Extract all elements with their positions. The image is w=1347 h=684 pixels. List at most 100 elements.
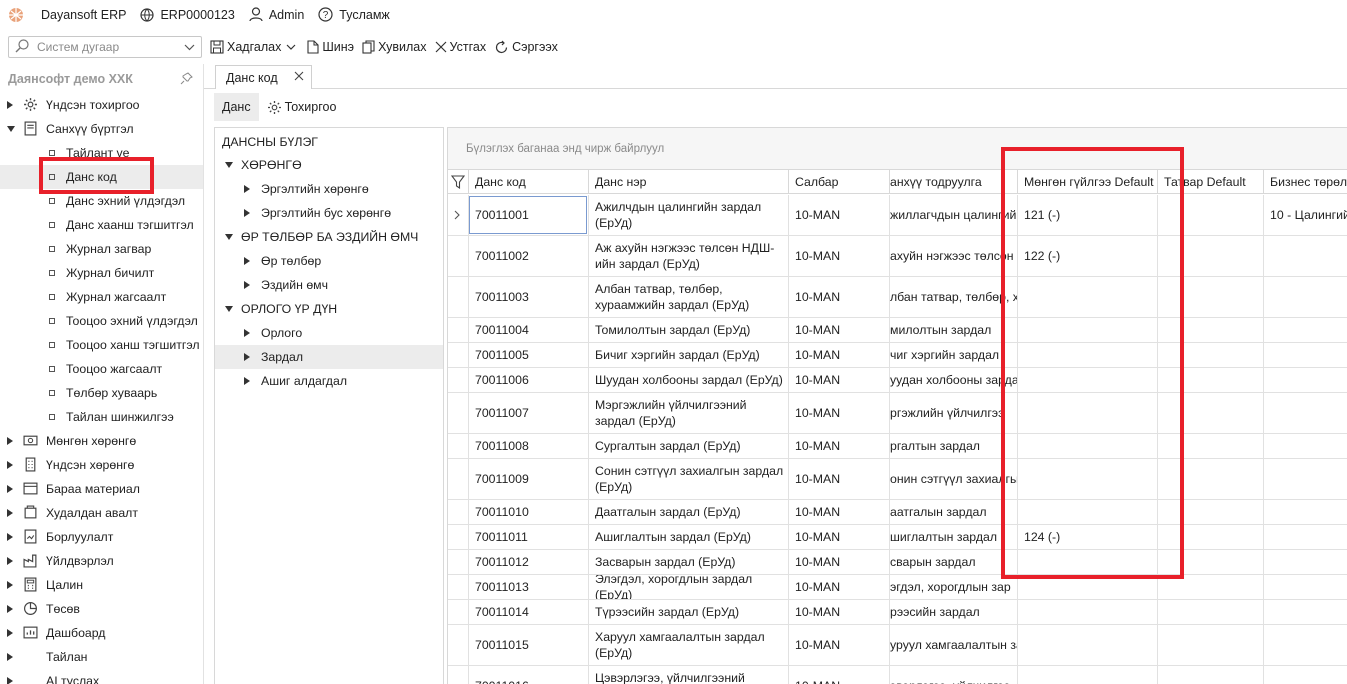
row-indicator[interactable] — [448, 525, 468, 549]
column-header-name[interactable]: Данс нэр — [588, 170, 788, 194]
cell-note[interactable]: лбан татвар, төлбөр, х — [889, 277, 1017, 317]
chevron-down-icon[interactable] — [286, 44, 296, 50]
tree-leaf-node[interactable]: Орлого — [215, 321, 443, 345]
expand-arrow-down-icon[interactable] — [7, 126, 15, 132]
row-indicator[interactable] — [448, 500, 468, 524]
cell-business-type[interactable] — [1263, 550, 1347, 574]
tab-account[interactable]: Данс — [214, 93, 259, 121]
cell-tax-default[interactable] — [1157, 318, 1263, 342]
row-indicator[interactable] — [448, 393, 468, 433]
cell-business-type[interactable]: 10 - Цалингийн — [1263, 195, 1347, 235]
cell-name[interactable]: Цэвэрлэгээ, үйлчилгээний зардал — [588, 666, 788, 684]
cell-branch[interactable]: 10-MAN — [788, 277, 889, 317]
tree-leaf-node[interactable]: Эздийн өмч — [215, 273, 443, 297]
cell-cash-default[interactable] — [1017, 550, 1157, 574]
expand-arrow-down-icon[interactable] — [225, 306, 233, 312]
expand-arrow-right-icon[interactable] — [244, 353, 250, 361]
cell-tax-default[interactable] — [1157, 368, 1263, 392]
cell-branch[interactable]: 10-MAN — [788, 666, 889, 684]
cell-note[interactable]: уруул хамгаалалтын зар — [889, 625, 1017, 665]
sidebar-subitem[interactable]: Журнал жагсаалт — [0, 285, 203, 309]
sidebar-item[interactable]: Санхүү бүртгэл — [0, 117, 203, 141]
cell-name[interactable]: Мэргэжлийн үйлчилгээний зардал (ЕрУд) — [588, 393, 788, 433]
cell-name[interactable]: Сонин сэтгүүл захиалгын зардал (ЕрУд) — [588, 459, 788, 499]
expand-arrow-down-icon[interactable] — [225, 162, 233, 168]
cell-cash-default[interactable] — [1017, 500, 1157, 524]
delete-button[interactable]: Устгах — [435, 40, 486, 54]
copy-button[interactable]: Хувилах — [362, 40, 427, 54]
cell-tax-default[interactable] — [1157, 236, 1263, 276]
cell-code[interactable]: 70011013 — [468, 575, 588, 599]
cell-cash-default[interactable]: 122 (-) — [1017, 236, 1157, 276]
cell-cash-default[interactable]: 121 (-) — [1017, 195, 1157, 235]
expand-arrow-right-icon[interactable] — [7, 485, 13, 493]
row-indicator[interactable] — [448, 318, 468, 342]
sidebar-subitem[interactable]: Тооцоо жагсаалт — [0, 357, 203, 381]
filter-icon[interactable] — [448, 170, 468, 194]
expand-arrow-right-icon[interactable] — [7, 677, 13, 684]
row-indicator-icon[interactable] — [448, 195, 468, 235]
cell-name[interactable]: Шуудан холбооны зардал (ЕрУд) — [588, 368, 788, 392]
cell-code[interactable]: 70011014 — [468, 600, 588, 624]
table-row[interactable]: 70011007 Мэргэжлийн үйлчилгээний зардал (… — [448, 393, 1347, 434]
cell-business-type[interactable] — [1263, 343, 1347, 367]
expand-arrow-right-icon[interactable] — [7, 629, 13, 637]
expand-arrow-right-icon[interactable] — [244, 209, 250, 217]
expand-arrow-right-icon[interactable] — [7, 653, 13, 661]
cell-branch[interactable]: 10-MAN — [788, 195, 889, 235]
cell-cash-default[interactable]: 124 (-) — [1017, 525, 1157, 549]
cell-branch[interactable]: 10-MAN — [788, 459, 889, 499]
cell-branch[interactable]: 10-MAN — [788, 434, 889, 458]
system-number-search[interactable]: Систем дугаар — [8, 36, 202, 58]
sidebar-item[interactable]: Тайлан — [0, 645, 203, 669]
table-row[interactable]: 70011011 Ашиглалтын зардал (ЕрУд) 10-MAN ши… — [448, 525, 1347, 550]
tree-leaf-node[interactable]: Ашиг алдагдал — [215, 369, 443, 393]
expand-arrow-right-icon[interactable] — [7, 437, 13, 445]
cell-note[interactable]: милолтын зардал — [889, 318, 1017, 342]
sidebar-item[interactable]: Борлуулалт — [0, 525, 203, 549]
cell-tax-default[interactable] — [1157, 575, 1263, 599]
expand-arrow-right-icon[interactable] — [244, 257, 250, 265]
cell-tax-default[interactable] — [1157, 625, 1263, 665]
tree-group-node[interactable]: ХӨРӨНГӨ — [215, 153, 443, 177]
cell-business-type[interactable] — [1263, 318, 1347, 342]
cell-code[interactable]: 70011001 — [468, 195, 588, 235]
cell-code[interactable]: 70011015 — [468, 625, 588, 665]
cell-business-type[interactable] — [1263, 236, 1347, 276]
app-name[interactable]: Dayansoft ERP — [41, 0, 126, 29]
database-selector[interactable]: ERP0000123 — [140, 0, 235, 29]
column-header-tax-default[interactable]: Татвар Default — [1157, 170, 1263, 194]
expand-arrow-right-icon[interactable] — [244, 185, 250, 193]
cell-code[interactable]: 70011002 — [468, 236, 588, 276]
column-header-cash-default[interactable]: Мөнгөн гүйлгээ Default — [1017, 170, 1157, 194]
cell-code[interactable]: 70011010 — [468, 500, 588, 524]
sidebar-subitem[interactable]: Төлбөр хуваарь — [0, 381, 203, 405]
tree-leaf-node[interactable]: Зардал — [215, 345, 443, 369]
row-indicator[interactable] — [448, 575, 468, 599]
cell-cash-default[interactable] — [1017, 318, 1157, 342]
cell-cash-default[interactable] — [1017, 434, 1157, 458]
row-indicator[interactable] — [448, 600, 468, 624]
row-indicator[interactable] — [448, 459, 468, 499]
cell-name[interactable]: Элэгдэл, хорогдлын зардал (ЕрУд) — [588, 575, 788, 599]
cell-branch[interactable]: 10-MAN — [788, 236, 889, 276]
cell-name[interactable]: Түрээсийн зардал (ЕрУд) — [588, 600, 788, 624]
sidebar-subitem[interactable]: Журнал загвар — [0, 237, 203, 261]
cell-name[interactable]: Албан татвар, төлбөр, хураамжийн зардал … — [588, 277, 788, 317]
table-row[interactable]: 70011006 Шуудан холбооны зардал (ЕрУд) 10-… — [448, 368, 1347, 393]
row-indicator[interactable] — [448, 625, 468, 665]
table-row[interactable]: 70011009 Сонин сэтгүүл захиалгын зардал (… — [448, 459, 1347, 500]
cell-code[interactable]: 70011008 — [468, 434, 588, 458]
column-header-code[interactable]: Данс код — [468, 170, 588, 194]
cell-note[interactable]: рээсийн зардал — [889, 600, 1017, 624]
cell-cash-default[interactable] — [1017, 277, 1157, 317]
cell-tax-default[interactable] — [1157, 393, 1263, 433]
cell-business-type[interactable] — [1263, 666, 1347, 684]
cell-business-type[interactable] — [1263, 525, 1347, 549]
expand-arrow-right-icon[interactable] — [244, 329, 250, 337]
cell-branch[interactable]: 10-MAN — [788, 368, 889, 392]
cell-code[interactable]: 70011005 — [468, 343, 588, 367]
cell-branch[interactable]: 10-MAN — [788, 343, 889, 367]
sidebar-item[interactable]: AI туслах — [0, 669, 203, 684]
cell-branch[interactable]: 10-MAN — [788, 550, 889, 574]
